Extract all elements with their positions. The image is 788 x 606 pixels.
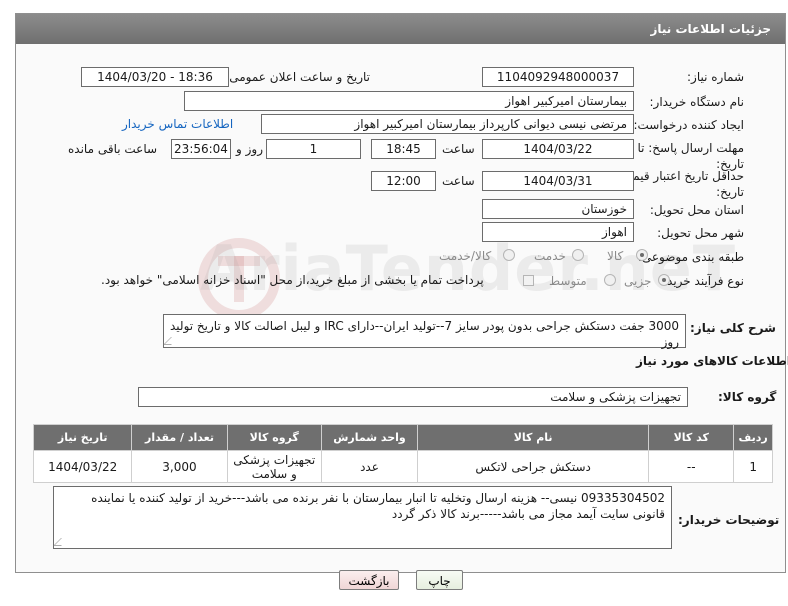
col-unit-header: واحد شمارش: [320, 424, 419, 451]
goods-group-label: گروه کالا:: [718, 390, 777, 404]
col-date-header: تاریخ نیاز: [32, 424, 133, 451]
category-option-goods: کالا: [607, 249, 624, 263]
delivery-city-field: اهواز: [482, 222, 634, 242]
delivery-province-label: استان محل تحویل:: [649, 203, 744, 217]
col-name-header: نام کالا: [417, 424, 650, 451]
treasury-payment-note: پرداخت تمام یا بخشی از مبلغ خرید،از محل …: [101, 273, 484, 287]
cell-date: 1404/03/22: [32, 450, 133, 483]
requester-label: ایجاد کننده درخواست:: [633, 118, 744, 132]
col-qty-header: تعداد / مقدار: [131, 424, 228, 451]
description-textarea[interactable]: 3000 جفت دستکش جراحی بدون پودر سایز 7--ت…: [163, 314, 686, 349]
goods-group-field: تجهیزات پزشکی و سلامت: [138, 387, 688, 407]
delivery-province-field: خوزستان: [482, 199, 634, 219]
buyer-org-label: نام دستگاه خریدار:: [649, 95, 745, 109]
table-header-row: ردیف کد کالا نام کالا واحد شمارش گروه کا…: [32, 424, 773, 451]
requester-field: مرتضی نیسی دیوانی کارپرداز بیمارستان امی…: [261, 114, 634, 134]
reply-deadline-time-label: ساعت: [442, 142, 475, 156]
cell-code: --: [648, 450, 735, 483]
category-option-goods-service: کالا/خدمت: [439, 249, 492, 263]
price-validity-time-field: 12:00: [371, 171, 436, 191]
remaining-time-field: 23:56:04: [171, 139, 231, 159]
need-number-label: شماره نیاز:: [687, 70, 744, 84]
reply-deadline-time-field: 18:45: [371, 139, 436, 159]
category-label: طبقه بندی موضوعی:: [637, 250, 744, 264]
process-radio-minor[interactable]: [658, 274, 670, 286]
reply-deadline-days-label: روز و: [236, 142, 263, 156]
purchase-process-label: نوع فرآیند خرید :: [659, 274, 744, 288]
goods-table: ردیف کد کالا نام کالا واحد شمارش گروه کا…: [32, 424, 773, 483]
cell-group: تجهیزات پزشکی و سلامت: [226, 450, 322, 483]
reply-deadline-days-field: 1: [266, 139, 361, 159]
cell-unit: عدد: [320, 450, 419, 483]
col-group-header: گروه کالا: [226, 424, 322, 451]
description-label: شرح کلی نیاز:: [690, 321, 776, 335]
reply-deadline-date-field: 1404/03/22: [482, 139, 634, 159]
resize-grip-icon[interactable]: [53, 538, 69, 546]
announce-datetime-field: 1404/03/20 - 18:36: [81, 67, 229, 87]
goods-section-title: اطلاعات کالاهای مورد نیاز: [636, 354, 788, 368]
remaining-time-label: ساعت باقی مانده: [68, 142, 158, 156]
print-button[interactable]: چاپ: [416, 570, 463, 590]
buyer-org-field: بیمارستان امیرکبیر اهواز: [184, 91, 634, 111]
price-validity-time-label: ساعت: [442, 174, 475, 188]
process-option-medium: متوسط: [549, 274, 587, 288]
description-text: 3000 جفت دستکش جراحی بدون پودر سایز 7--ت…: [170, 319, 679, 349]
price-validity-date-field: 1404/03/31: [482, 171, 634, 191]
buyer-notes-label: توضیحات خریدار:: [678, 513, 780, 527]
col-row-header: ردیف: [733, 424, 773, 451]
process-option-minor: جزیی: [624, 274, 652, 288]
category-radio-goods[interactable]: [636, 249, 648, 261]
announce-datetime-label: تاریخ و ساعت اعلان عمومی:: [225, 70, 370, 84]
resize-grip-icon[interactable]: [163, 337, 179, 345]
treasury-payment-checkbox[interactable]: [523, 275, 534, 286]
need-number-field: 1104092948000037: [482, 67, 634, 87]
col-code-header: کد کالا: [648, 424, 735, 451]
category-option-service: خدمت: [534, 249, 566, 263]
buyer-contact-link[interactable]: اطلاعات تماس خریدار: [122, 117, 233, 131]
back-button[interactable]: بازگشت: [339, 570, 399, 590]
cell-row-number: 1: [733, 450, 773, 483]
cell-name: دستکش جراحی لاتکس: [417, 450, 650, 483]
panel-header: جزئیات اطلاعات نیاز: [16, 14, 785, 44]
delivery-city-label: شهر محل تحویل:: [657, 226, 744, 240]
buyer-notes-textarea[interactable]: 09335304502 نیسی-- هزینه ارسال وتخلیه تا…: [53, 486, 672, 549]
process-radio-medium[interactable]: [604, 274, 616, 286]
table-row: 1 -- دستکش جراحی لاتکس عدد تجهیزات پزشکی…: [32, 450, 773, 483]
category-radio-goods-service[interactable]: [503, 249, 515, 261]
category-radio-service[interactable]: [572, 249, 584, 261]
buyer-notes-text: 09335304502 نیسی-- هزینه ارسال وتخلیه تا…: [91, 491, 665, 521]
cell-qty: 3,000: [131, 450, 228, 483]
